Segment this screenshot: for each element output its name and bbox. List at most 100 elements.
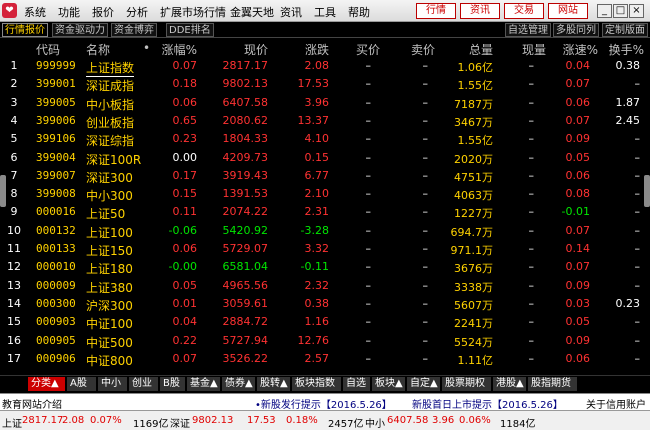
stock-code: 000133 (36, 242, 76, 255)
category-tab[interactable]: 分类▲ (28, 377, 66, 391)
row-number: 16 (7, 333, 21, 347)
col-cur-volume[interactable]: 现量 (522, 41, 546, 58)
category-tab[interactable]: 自选 (343, 377, 371, 391)
ticker-new-issue[interactable]: •新股发行提示【2016.5.26】 (255, 396, 392, 411)
menu-analysis[interactable]: 分析 (126, 4, 148, 20)
menu-ext-market[interactable]: 扩展市场行情 (160, 4, 226, 20)
table-row[interactable]: 7 399007 深证300 0.17 3919.43 6.77 – – 4751万 – 0.06 – (0, 167, 650, 185)
menu-help[interactable]: 帮助 (348, 4, 370, 20)
col-name[interactable]: 名称 (86, 41, 110, 58)
tab-dde-rank[interactable]: DDE排名 (166, 23, 214, 37)
stock-name: 深证成指 (86, 79, 135, 94)
row-number: 14 (7, 296, 21, 310)
stock-code: 000010 (36, 260, 76, 274)
category-tab[interactable]: 自定▲ (407, 377, 441, 391)
left-panel-handle[interactable] (0, 175, 6, 207)
stock-code: 399004 (36, 150, 76, 164)
table-row[interactable]: 10 000132 上证100 -0.06 5420.92 -3.28 – – 694.7万 – 0… (0, 222, 650, 240)
maximize-icon[interactable]: □ (613, 4, 628, 18)
table-row[interactable]: 5 399106 深证综指 0.23 1804.33 4.10 – – 1.55亿 – 0.09 – (0, 130, 650, 148)
table-row[interactable]: 3 399005 中小板指 0.06 6407.58 3.96 – – 7187万 – 0.06 1.… (0, 94, 650, 112)
tab-quote-list[interactable]: 行情报价 (2, 23, 48, 37)
ticker-listing[interactable]: 新股首日上市提示【2016.5.26】 (412, 396, 563, 411)
menu-function[interactable]: 功能 (58, 4, 80, 20)
total-volume: 4063万 (454, 189, 493, 203)
change-speed: -0.01 (561, 205, 590, 219)
table-row[interactable]: 16 000905 中证500 0.22 5727.94 12.76 – – 5524万 – 0.0… (0, 332, 650, 350)
table-row[interactable]: 14 000300 沪深300 0.01 3059.61 0.38 – – 5607万 – 0.03… (0, 295, 650, 313)
col-turnover[interactable]: 换手% (609, 41, 644, 58)
table-row[interactable]: 4 399006 创业板指 0.65 2080.62 13.37 – – 3467万 – 0.07 2… (0, 112, 650, 130)
price-change: 2.10 (304, 187, 330, 201)
col-change[interactable]: 涨跌 (305, 41, 329, 58)
ticker-left[interactable]: 教育网站介绍 (2, 396, 62, 411)
table-row[interactable]: 15 000903 中证100 0.04 2884.72 1.16 – – 2241万 – 0.05… (0, 313, 650, 331)
category-tab[interactable]: 创业 (129, 377, 159, 391)
stock-code: 000903 (36, 315, 76, 329)
col-pct[interactable]: 涨幅% (162, 41, 197, 58)
tab-custom-layout[interactable]: 定制版面 (602, 23, 648, 37)
ticker-far-right[interactable]: 关于信用账户 (586, 396, 646, 411)
col-volume[interactable]: 总量 (469, 41, 493, 58)
col-code[interactable]: 代码 (36, 41, 60, 58)
col-bid[interactable]: 买价 (356, 41, 380, 58)
menu-quote[interactable]: 报价 (92, 4, 114, 20)
stock-name: 沪深300 (86, 298, 133, 313)
change-percent: 0.11 (172, 205, 198, 219)
turnover-rate: – (634, 315, 641, 329)
close-icon[interactable]: × (629, 4, 644, 18)
turnover-rate: – (634, 223, 641, 237)
category-tab[interactable]: A股 (67, 377, 97, 391)
category-tab[interactable]: 板块▲ (372, 377, 406, 391)
stock-name: 上证180 (86, 262, 133, 277)
trade-button[interactable]: 交易 (504, 3, 544, 19)
menu-system[interactable]: 系统 (24, 4, 46, 20)
price-change: 17.53 (297, 77, 330, 91)
current-volume: – (528, 205, 535, 219)
table-row[interactable]: 17 000906 中证800 0.07 3526.22 2.57 – – 1.11亿 – 0.06… (0, 350, 650, 368)
table-row[interactable]: 2 399001 深证成指 0.18 9802.13 17.53 – – 1.55亿 – 0.07 – (0, 75, 650, 93)
website-button[interactable]: 网站 (548, 3, 588, 19)
total-volume: 1.55亿 (457, 134, 494, 148)
table-row[interactable]: 13 000009 上证380 0.05 4965.56 2.32 – – 3338万 – 0.09… (0, 277, 650, 295)
app-logo-icon[interactable]: ❤ (2, 3, 17, 18)
news-button[interactable]: 资讯 (460, 3, 500, 19)
bid-price: – (365, 333, 372, 347)
table-row[interactable]: 9 000016 上证50 0.11 2074.22 2.31 – – 1227万 – -0.01 – (0, 203, 650, 221)
category-tab[interactable]: 板块指数 (292, 377, 342, 391)
ask-price: – (422, 242, 429, 255)
table-row[interactable]: 8 399008 中小300 0.15 1391.53 2.10 – – 4063万 – 0.08 – (0, 185, 650, 203)
stock-name: 上证150 (86, 244, 133, 258)
table-row[interactable]: 6 399004 深证100R 0.00 4209.73 0.15 – – 2020万 – 0.05… (0, 149, 650, 167)
tab-multi-stock[interactable]: 多股同列 (553, 23, 599, 37)
tab-fund-game[interactable]: 资金博弈 (111, 23, 157, 37)
right-panel-handle[interactable] (644, 175, 650, 207)
category-tab[interactable]: 股指期货 (528, 377, 578, 391)
current-price: 1391.53 (222, 187, 269, 201)
menu-tools[interactable]: 工具 (314, 4, 336, 20)
stock-name: 上证指数 (86, 61, 135, 77)
category-tab[interactable]: 港股▲ (493, 377, 527, 391)
minimize-icon[interactable]: _ (597, 4, 612, 18)
category-tab[interactable]: 基金▲ (187, 377, 221, 391)
stock-name: 创业板指 (86, 115, 135, 130)
col-speed[interactable]: 涨速% (563, 41, 598, 58)
tab-watchlist-mgmt[interactable]: 自选管理 (505, 23, 551, 37)
category-tab[interactable]: B股 (160, 377, 186, 391)
category-tab[interactable]: 中小 (98, 377, 128, 391)
category-tab[interactable]: 股转▲ (257, 377, 291, 391)
tab-fund-drive[interactable]: 资金驱动力 (52, 23, 108, 37)
row-number: 10 (7, 223, 21, 237)
status-zx-chg: 3.96 (432, 415, 455, 426)
change-percent: 0.00 (172, 150, 198, 164)
category-tab[interactable]: 债券▲ (222, 377, 256, 391)
category-tab[interactable]: 股票期权 (442, 377, 492, 391)
table-row[interactable]: 11 000133 上证150 0.06 5729.07 3.32 – – 971.1万 – 0.1… (0, 240, 650, 258)
col-ask[interactable]: 卖价 (411, 41, 435, 58)
col-price[interactable]: 现价 (244, 41, 268, 58)
menu-news[interactable]: 资讯 (280, 4, 302, 20)
quote-button[interactable]: 行情 (416, 3, 456, 19)
table-row[interactable]: 12 000010 上证180 -0.00 6581.04 -0.11 – – 3676万 – 0.… (0, 258, 650, 276)
menu-jinyi[interactable]: 金翼天地 (230, 4, 274, 20)
table-row[interactable]: 1 999999 上证指数 0.07 2817.17 2.08 – – 1.06亿 – 0.04 0.… (0, 57, 650, 77)
